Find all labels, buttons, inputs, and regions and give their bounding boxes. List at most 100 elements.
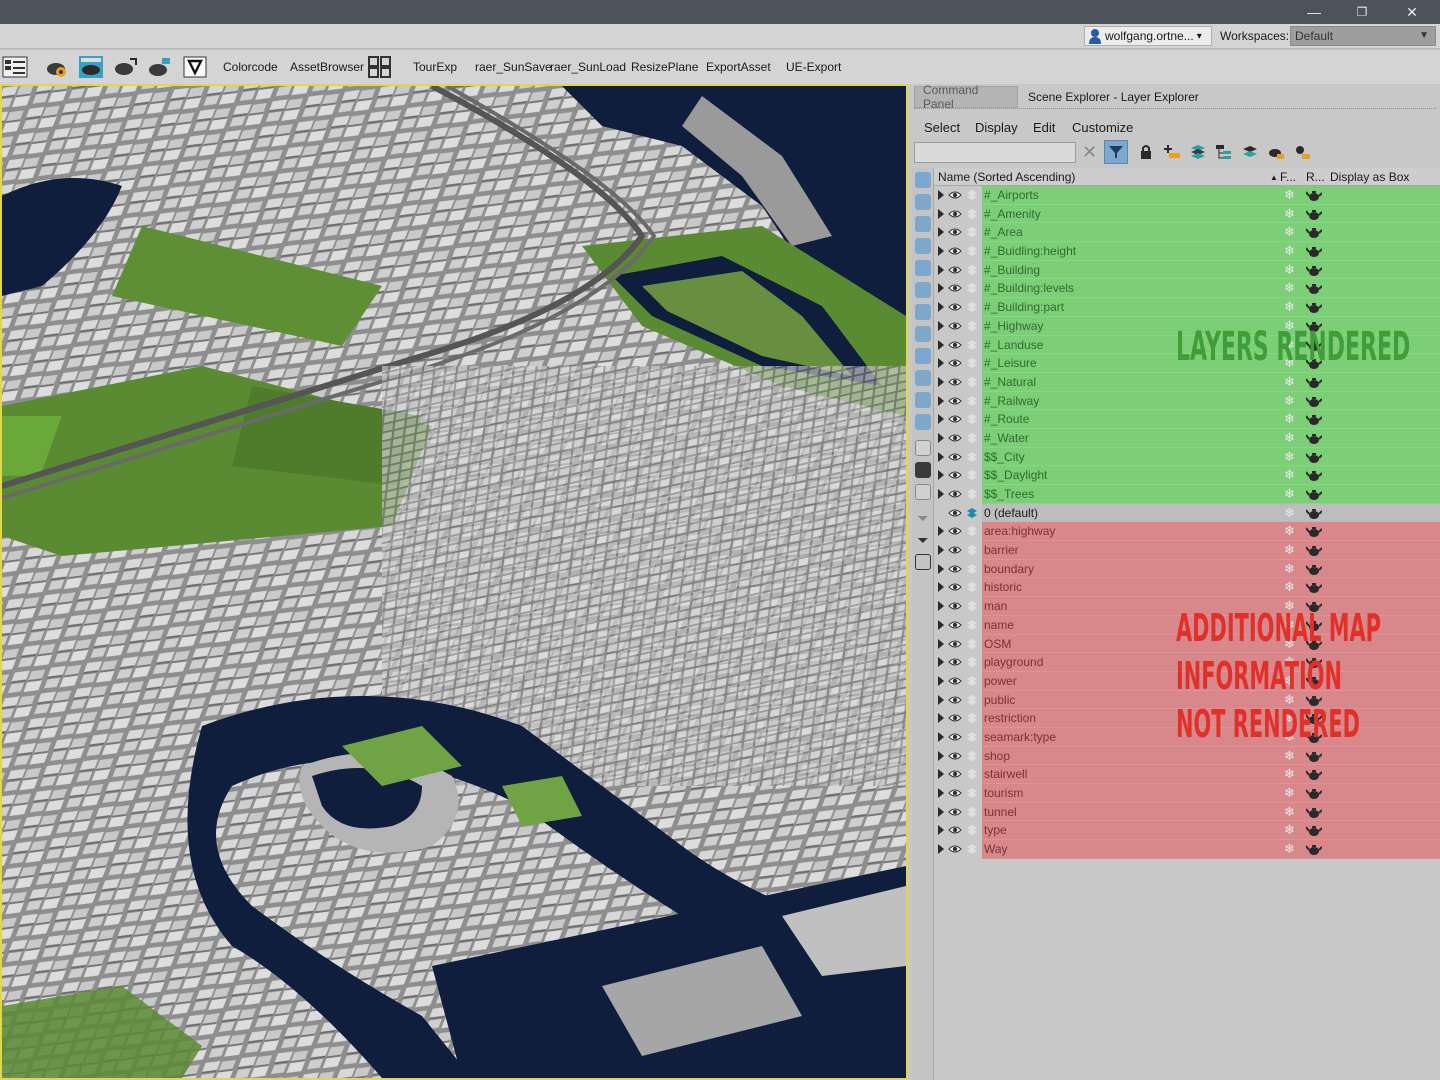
expand-triangle-icon[interactable] — [938, 694, 944, 705]
expand-triangle-icon[interactable] — [938, 376, 944, 387]
group-filter-icon[interactable] — [915, 304, 931, 320]
layer-name[interactable]: $$_Daylight — [984, 468, 1047, 482]
render-teapot-icon[interactable] — [1305, 375, 1323, 389]
colorcode-button[interactable]: Colorcode — [223, 60, 278, 74]
ue-export-button[interactable]: UE-Export — [786, 60, 841, 74]
expand-triangle-icon[interactable] — [938, 302, 944, 313]
eye-icon[interactable] — [948, 843, 962, 855]
eye-icon[interactable] — [948, 301, 962, 313]
render-column-header[interactable]: R... — [1306, 170, 1325, 184]
layer-name[interactable]: #_Landuse — [984, 338, 1043, 352]
layer-name[interactable]: #_Railway — [984, 394, 1039, 408]
layer-row[interactable]: $$_Daylight ❄ — [934, 466, 1440, 485]
freeze-snowflake-icon[interactable]: ❄ — [1284, 224, 1295, 240]
render-teapot-icon[interactable] — [1305, 412, 1323, 426]
layer-name[interactable]: tunnel — [984, 805, 1017, 819]
layers-stack-button[interactable] — [1188, 142, 1208, 162]
layer-name[interactable]: barrier — [984, 543, 1019, 557]
layer-name[interactable]: power — [984, 674, 1017, 688]
layer-row[interactable]: area:highway ❄ — [934, 522, 1440, 542]
user-account-dropdown[interactable]: wolfgang.ortne... ▾ — [1084, 26, 1212, 46]
layer-name[interactable]: public — [984, 693, 1015, 707]
eye-icon[interactable] — [948, 824, 962, 836]
render-teapot-icon[interactable] — [1305, 225, 1323, 239]
layer-row[interactable]: historic ❄ — [934, 578, 1440, 598]
restore-button[interactable]: ❐ — [1338, 0, 1386, 24]
layer-row[interactable]: tunnel ❄ — [934, 802, 1440, 822]
shape-filter-icon[interactable] — [915, 194, 931, 210]
search-input[interactable] — [914, 142, 1076, 163]
freeze-snowflake-icon[interactable]: ❄ — [1284, 505, 1295, 521]
expand-triangle-icon[interactable] — [938, 432, 944, 443]
eye-icon[interactable] — [948, 451, 962, 463]
layer-name[interactable]: OSM — [984, 637, 1011, 651]
layer-name[interactable]: #_Amenity — [984, 207, 1041, 221]
tab-command-panel[interactable]: Command Panel — [914, 83, 1018, 111]
workspace-select[interactable]: Default ▼ — [1290, 26, 1436, 46]
layer-row[interactable]: #_Buidling:height ❄ — [934, 242, 1440, 261]
layer-name[interactable]: type — [984, 823, 1007, 837]
menu-select[interactable]: Select — [924, 120, 960, 135]
render-teapot-icon[interactable] — [1305, 207, 1323, 221]
exportasset-button[interactable]: ExportAsset — [706, 60, 771, 74]
expand-triangle-icon[interactable] — [938, 283, 944, 294]
minimize-button[interactable]: — — [1290, 0, 1338, 24]
eye-icon[interactable] — [948, 600, 962, 612]
expand-triangle-icon[interactable] — [938, 675, 944, 686]
expand-triangle-icon[interactable] — [938, 769, 944, 780]
container-icon[interactable] — [915, 554, 931, 570]
teapot-sun-icon[interactable] — [146, 55, 172, 79]
eye-icon[interactable] — [948, 320, 962, 332]
eye-icon[interactable] — [948, 264, 962, 276]
freeze-snowflake-icon[interactable]: ❄ — [1284, 243, 1295, 259]
teapot-render-icon[interactable] — [78, 55, 104, 79]
expand-triangle-icon[interactable] — [938, 844, 944, 855]
eye-icon[interactable] — [948, 282, 962, 294]
eye-icon[interactable] — [948, 245, 962, 257]
sunsave-button[interactable]: raer_SunSave — [475, 60, 552, 74]
eye-icon[interactable] — [948, 226, 962, 238]
eye-icon[interactable] — [948, 656, 962, 668]
render-teapot-icon[interactable] — [1305, 805, 1323, 819]
eye-icon[interactable] — [948, 189, 962, 201]
freeze-column-header[interactable]: F... — [1280, 170, 1296, 184]
expand-triangle-icon[interactable] — [938, 451, 944, 462]
freeze-snowflake-icon[interactable]: ❄ — [1284, 486, 1295, 502]
eye-icon[interactable] — [948, 208, 962, 220]
freeze-snowflake-icon[interactable]: ❄ — [1284, 449, 1295, 465]
expand-triangle-icon[interactable] — [938, 208, 944, 219]
eye-icon[interactable] — [948, 395, 962, 407]
expand-triangle-icon[interactable] — [938, 731, 944, 742]
eye-icon[interactable] — [948, 413, 962, 425]
layer-name[interactable]: #_Natural — [984, 375, 1036, 389]
expand-triangle-icon[interactable] — [938, 825, 944, 836]
menu-customize[interactable]: Customize — [1072, 120, 1133, 135]
render-teapot-icon[interactable] — [1305, 394, 1323, 408]
lock-button[interactable] — [1136, 142, 1156, 162]
freeze-snowflake-icon[interactable]: ❄ — [1284, 561, 1295, 577]
light-layer-button[interactable] — [1292, 142, 1312, 162]
resizeplane-button[interactable]: ResizePlane — [631, 60, 698, 74]
render-teapot-icon[interactable] — [1305, 823, 1323, 837]
render-teapot-icon[interactable] — [1305, 543, 1323, 557]
layer-row[interactable]: #_Area ❄ — [934, 223, 1440, 243]
freeze-snowflake-icon[interactable]: ❄ — [1284, 523, 1295, 539]
eye-icon[interactable] — [948, 581, 962, 593]
expand-triangle-icon[interactable] — [938, 227, 944, 238]
freeze-snowflake-icon[interactable]: ❄ — [1284, 766, 1295, 782]
expand-triangle-icon[interactable] — [938, 470, 944, 481]
layer-name[interactable]: area:highway — [984, 524, 1055, 538]
freeze-snowflake-icon[interactable]: ❄ — [1284, 187, 1295, 203]
expand-triangle-icon[interactable] — [938, 320, 944, 331]
clear-search-icon[interactable]: ✕ — [1082, 142, 1097, 163]
add-layer-button[interactable] — [1162, 142, 1182, 162]
container-filter-icon[interactable] — [915, 370, 931, 386]
layer-name[interactable]: $$_Trees — [984, 487, 1034, 501]
expand-triangle-icon[interactable] — [938, 806, 944, 817]
eye-icon[interactable] — [948, 787, 962, 799]
eye-icon[interactable] — [948, 694, 962, 706]
menu-display[interactable]: Display — [975, 120, 1018, 135]
render-teapot-icon[interactable] — [1305, 562, 1323, 576]
layer-row[interactable]: type ❄ — [934, 821, 1440, 841]
layer-name[interactable]: #_Building:levels — [984, 281, 1074, 295]
